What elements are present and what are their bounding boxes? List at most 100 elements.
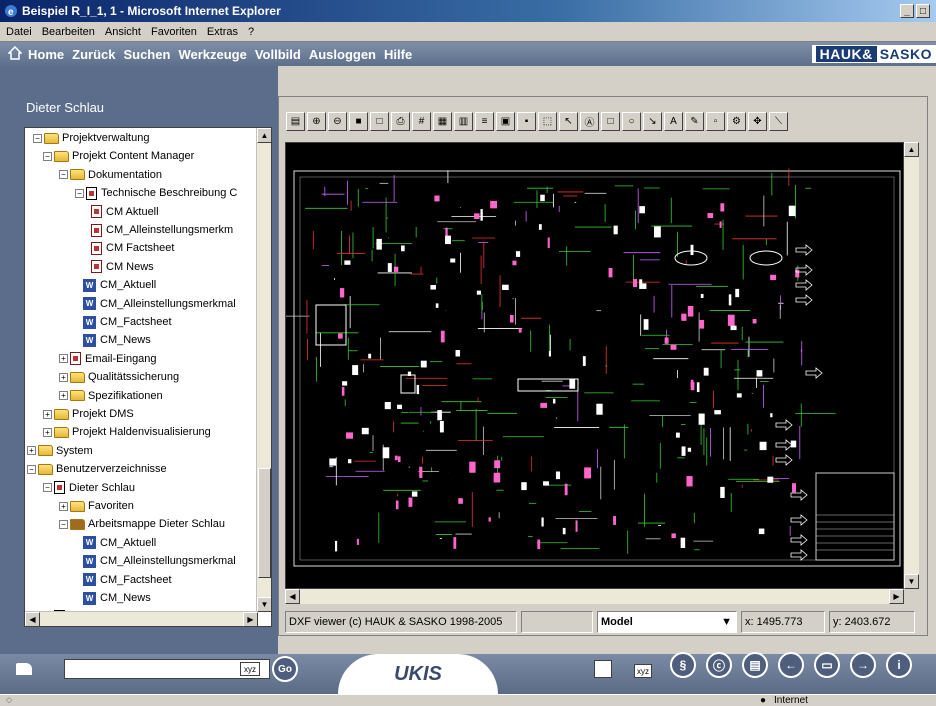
save-icon[interactable]: ▪ (517, 111, 536, 131)
tree-node[interactable]: CM News (91, 258, 154, 276)
tree-node[interactable]: − Arbeitsmappe Dieter Schlau (59, 515, 225, 533)
expand-icon[interactable]: + (59, 501, 68, 511)
tree-node[interactable]: W CM_Factsheet (83, 571, 172, 589)
home-icon[interactable] (7, 45, 23, 63)
block-icon[interactable]: ▣ (496, 111, 515, 131)
tree-node[interactable]: W CM_Factsheet (83, 313, 172, 331)
tree-node[interactable]: − Projektverwaltung (33, 129, 149, 147)
menu-ansicht[interactable]: Ansicht (105, 26, 141, 38)
tree-node[interactable]: − Dieter Schlau (43, 479, 135, 497)
print-icon[interactable]: ⎙ (391, 111, 410, 131)
tree-node[interactable]: − Dokumentation (59, 166, 162, 184)
tree-horizontal-scrollbar[interactable]: ◀ ▶ (25, 611, 258, 626)
back-icon[interactable]: ← (778, 652, 804, 678)
collapse-icon[interactable]: − (75, 188, 84, 198)
tree-node[interactable]: CM Aktuell (91, 203, 159, 221)
settings-icon[interactable]: ⚙ (727, 111, 746, 131)
line-icon[interactable]: ↘ (643, 111, 662, 131)
tree-node[interactable]: − Projekt Content Manager (43, 147, 194, 165)
grid-icon[interactable]: ▦ (433, 111, 452, 131)
tree-vertical-scrollbar[interactable]: ▲ ▼ (256, 128, 271, 612)
nav-ausloggen[interactable]: Ausloggen (309, 47, 376, 62)
chart-icon[interactable]: ▥ (454, 111, 473, 131)
menu-extras[interactable]: Extras (207, 26, 238, 38)
fill-icon[interactable]: ■ (349, 111, 368, 131)
viewer-vertical-scrollbar[interactable]: ▲ ▼ (904, 142, 919, 589)
tree-node[interactable]: + Qualitätssicherung (59, 368, 179, 386)
tree-node[interactable]: + Favoriten (59, 497, 134, 515)
collapse-icon[interactable]: − (27, 464, 36, 474)
tree-node[interactable]: + Projekt Haldenvisualisierung (43, 423, 211, 441)
expand-icon[interactable]: + (43, 409, 52, 419)
nav-vollbild[interactable]: Vollbild (255, 47, 301, 62)
tree-node[interactable]: W CM_Aktuell (83, 276, 156, 294)
tree-node[interactable]: W CM_Aktuell (83, 534, 156, 552)
scroll-left-button[interactable]: ◀ (25, 612, 40, 626)
collapse-icon[interactable]: − (43, 151, 52, 161)
tree-node[interactable]: + Projekt DMS (43, 405, 134, 423)
tree-node[interactable]: W CM_Alleinstellungsmerkmal (83, 552, 236, 570)
tree-node[interactable]: + Email-Eingang (59, 350, 157, 368)
nav-home[interactable]: Home (28, 47, 64, 62)
xyz-icon[interactable]: xyz (240, 662, 260, 676)
measure-icon[interactable]: ⟍ (769, 111, 788, 131)
collapse-icon[interactable]: − (43, 483, 52, 493)
pan-icon[interactable]: ✥ (748, 111, 767, 131)
expand-icon[interactable]: + (27, 446, 36, 456)
collapse-icon[interactable]: − (59, 170, 68, 180)
scroll-up-button[interactable]: ▲ (257, 128, 271, 143)
minimize-button[interactable]: _ (900, 4, 914, 18)
collapse-icon[interactable]: − (59, 519, 68, 529)
list-icon[interactable]: ≡ (475, 111, 494, 131)
zoom-out-icon[interactable]: ⊖ (328, 111, 347, 131)
info-icon[interactable]: i (886, 652, 912, 678)
expand-icon[interactable]: + (59, 372, 68, 382)
page-icon[interactable]: □ (370, 111, 389, 131)
nav-werkzeuge[interactable]: Werkzeuge (178, 47, 246, 62)
tree-node[interactable]: CM_Alleinstellungsmerkm (91, 221, 233, 239)
scroll-right-button[interactable]: ▶ (243, 612, 258, 626)
expand-icon[interactable]: + (59, 391, 68, 401)
note-icon[interactable]: ▫ (706, 111, 725, 131)
viewer-scroll-left[interactable]: ◀ (285, 589, 300, 604)
ellipse-icon[interactable]: ○ (622, 111, 641, 131)
menu-bearbeiten[interactable]: Bearbeiten (42, 26, 95, 38)
zoom-in-icon[interactable]: ⊕ (307, 111, 326, 131)
dxf-drawing-canvas[interactable] (272, 142, 904, 589)
nav-hilfe[interactable]: Hilfe (384, 47, 412, 62)
viewer-scroll-down[interactable]: ▼ (904, 574, 919, 589)
text-icon[interactable]: A (664, 111, 683, 131)
tree-node[interactable]: + System (27, 442, 93, 460)
menu-help[interactable]: ? (248, 26, 254, 38)
select-icon[interactable]: ⬚ (538, 111, 557, 131)
tree-node[interactable]: CM Factsheet (91, 239, 174, 257)
collapse-icon[interactable]: − (33, 133, 42, 143)
tree-node[interactable]: − Benutzerverzeichnisse (27, 460, 167, 478)
tree-node[interactable]: W CM_News (83, 589, 151, 607)
find-icon[interactable]: # (412, 111, 431, 131)
page-icon[interactable]: ▤ (742, 652, 768, 678)
scroll-down-button[interactable]: ▼ (257, 597, 271, 612)
copyright-icon[interactable]: ⓒ (706, 652, 732, 678)
nav-zurueck[interactable]: Zurück (72, 47, 115, 62)
paragraph-icon[interactable]: § (670, 652, 696, 678)
folder-icon[interactable] (16, 663, 32, 675)
layers-icon[interactable]: ▤ (286, 111, 305, 131)
tree-node[interactable]: − Technische Beschreibung C (75, 184, 237, 202)
xyz-small-icon[interactable]: xyz (634, 664, 652, 678)
expand-icon[interactable]: + (43, 427, 52, 437)
menu-favoriten[interactable]: Favoriten (151, 26, 197, 38)
expand-icon[interactable]: + (59, 354, 68, 364)
layout-select[interactable]: Model ▼ (597, 611, 737, 633)
tree-node[interactable]: W CM_Alleinstellungsmerkmal (83, 295, 236, 313)
folder-round-icon[interactable]: ▭ (814, 652, 840, 678)
chevron-down-icon[interactable]: ▼ (721, 616, 732, 628)
tree-node[interactable]: + Spezifikationen (59, 387, 163, 405)
menu-datei[interactable]: Datei (6, 26, 32, 38)
go-button[interactable]: Go (272, 656, 298, 682)
rect-icon[interactable]: □ (601, 111, 620, 131)
document-icon[interactable] (594, 660, 612, 678)
pen-icon[interactable]: ✎ (685, 111, 704, 131)
nav-suchen[interactable]: Suchen (123, 47, 170, 62)
scroll-thumb[interactable] (258, 468, 271, 578)
